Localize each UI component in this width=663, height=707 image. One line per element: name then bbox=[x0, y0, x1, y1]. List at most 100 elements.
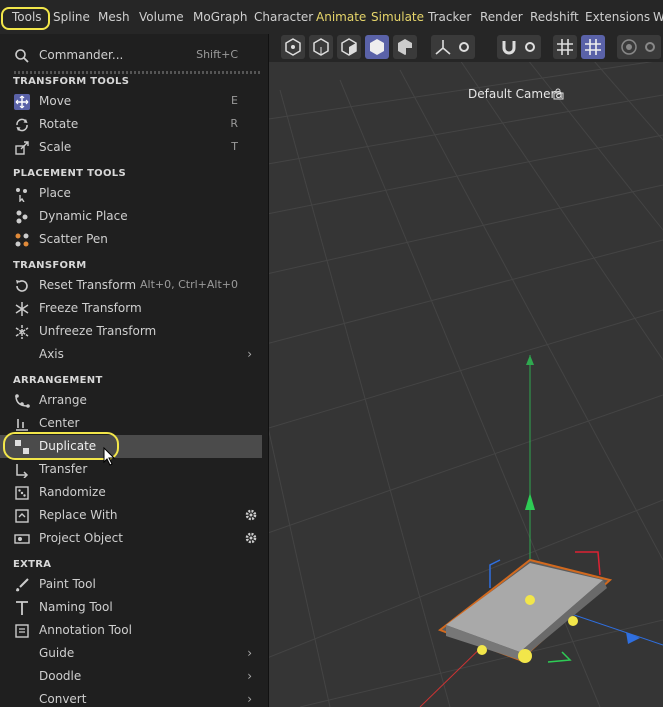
camera-label[interactable]: Default Camera bbox=[468, 87, 563, 101]
menu-item-freeze-transform[interactable]: Freeze Transform bbox=[0, 297, 262, 320]
move-icon bbox=[14, 94, 30, 110]
menu-item-commander[interactable]: Commander... Shift+C bbox=[0, 44, 262, 67]
viewport-grid bbox=[262, 44, 663, 707]
place-icon bbox=[16, 188, 27, 202]
menu-character[interactable]: Character bbox=[254, 10, 313, 24]
scatter-pen-icon bbox=[15, 233, 29, 247]
menu-item-project-object[interactable]: Project Object bbox=[0, 527, 262, 550]
menu-redshift[interactable]: Redshift bbox=[530, 10, 579, 24]
dice-icon bbox=[15, 486, 29, 500]
submenu-arrow-icon: › bbox=[247, 692, 252, 706]
menu-tracker[interactable]: Tracker bbox=[428, 10, 471, 24]
polygons-icon bbox=[341, 38, 357, 56]
model-icon bbox=[370, 39, 384, 55]
submenu-arrow-icon: › bbox=[247, 669, 252, 683]
snowflake-icon bbox=[15, 302, 29, 316]
points-mode-button[interactable] bbox=[281, 35, 305, 59]
section-placement-tools: PLACEMENT TOOLS bbox=[13, 168, 126, 179]
menu-item-label: Arrange bbox=[39, 393, 87, 407]
menu-mesh[interactable]: Mesh bbox=[98, 10, 130, 24]
menu-item-paint-tool[interactable]: Paint Tool bbox=[0, 573, 262, 596]
menu-item-label: Replace With bbox=[39, 508, 118, 522]
menu-item-label: Rotate bbox=[39, 117, 79, 131]
shortcut-label: R bbox=[230, 117, 238, 130]
menu-spline[interactable]: Spline bbox=[53, 10, 90, 24]
menu-item-doodle[interactable]: Doodle › bbox=[0, 665, 262, 688]
menu-item-transfer[interactable]: Transfer bbox=[0, 458, 262, 481]
menu-item-label: Guide bbox=[39, 646, 75, 660]
target-icon bbox=[621, 39, 655, 55]
project-icon bbox=[14, 534, 30, 544]
menu-item-arrange[interactable]: Arrange bbox=[0, 389, 262, 412]
menu-item-label: Reset Transform bbox=[39, 278, 137, 292]
menu-item-scatter-pen[interactable]: Scatter Pen bbox=[0, 228, 262, 251]
menu-item-rotate[interactable]: Rotate R bbox=[0, 113, 262, 136]
submenu-arrow-icon: › bbox=[247, 347, 252, 361]
shortcut-label: Alt+0, Ctrl+Alt+0 bbox=[139, 278, 238, 291]
section-transform-tools: TRANSFORM TOOLS bbox=[13, 76, 130, 87]
menu-item-move[interactable]: Move E bbox=[0, 90, 262, 113]
menu-simulate[interactable]: Simulate bbox=[371, 10, 424, 24]
polygons-mode-button[interactable] bbox=[337, 35, 361, 59]
camera-lock-icon bbox=[553, 88, 564, 100]
menu-item-randomize[interactable]: Randomize bbox=[0, 481, 262, 504]
dynamic-place-icon bbox=[16, 210, 28, 224]
shortcut-label: T bbox=[231, 140, 238, 153]
grid-button[interactable] bbox=[553, 35, 577, 59]
menu-item-label: Unfreeze Transform bbox=[39, 324, 157, 338]
menu-item-convert[interactable]: Convert › bbox=[0, 688, 262, 707]
menu-item-dynamic-place[interactable]: Dynamic Place bbox=[0, 205, 262, 228]
model-mode-button[interactable] bbox=[365, 35, 389, 59]
menu-item-axis[interactable]: Axis › bbox=[0, 343, 262, 366]
gear-icon[interactable] bbox=[244, 508, 258, 522]
duplicate-highlight bbox=[3, 432, 119, 460]
grid-lock-button[interactable] bbox=[581, 35, 605, 59]
magnet-icon bbox=[502, 41, 535, 55]
arrange-icon bbox=[15, 394, 30, 408]
gear-icon[interactable] bbox=[244, 531, 258, 545]
menu-render[interactable]: Render bbox=[480, 10, 523, 24]
annotation-icon bbox=[15, 624, 29, 638]
menu-item-guide[interactable]: Guide › bbox=[0, 642, 262, 665]
menu-item-unfreeze-transform[interactable]: Unfreeze Transform bbox=[0, 320, 262, 343]
replace-icon bbox=[15, 509, 29, 523]
transfer-icon bbox=[16, 464, 29, 478]
menu-item-scale[interactable]: Scale T bbox=[0, 136, 262, 159]
menu-window[interactable]: W bbox=[653, 10, 663, 24]
menu-item-label: Scale bbox=[39, 140, 72, 154]
section-extra: EXTRA bbox=[13, 559, 52, 570]
menu-item-label: Scatter Pen bbox=[39, 232, 108, 246]
shortcut-label: Shift+C bbox=[196, 48, 238, 61]
shortcut-label: E bbox=[231, 94, 238, 107]
menu-item-label: Dynamic Place bbox=[39, 209, 128, 223]
menu-item-label: Convert bbox=[39, 692, 87, 706]
section-transform: TRANSFORM bbox=[13, 260, 87, 271]
grid-icon bbox=[557, 39, 573, 55]
axis-mode-button[interactable] bbox=[431, 35, 475, 59]
menu-item-label: Axis bbox=[39, 347, 64, 361]
menu-item-label: Center bbox=[39, 416, 80, 430]
uv-mode-button[interactable] bbox=[393, 35, 417, 59]
menu-volume[interactable]: Volume bbox=[139, 10, 184, 24]
axis-icon bbox=[435, 40, 469, 55]
3d-viewport[interactable] bbox=[262, 34, 663, 707]
menu-item-replace-with[interactable]: Replace With bbox=[0, 504, 262, 527]
menu-item-label: Doodle bbox=[39, 669, 82, 683]
menu-tools[interactable]: Tools bbox=[12, 10, 42, 24]
uv-icon bbox=[398, 39, 413, 55]
menu-mograph[interactable]: MoGraph bbox=[193, 10, 248, 24]
edges-mode-button[interactable] bbox=[309, 35, 333, 59]
menu-item-label: Place bbox=[39, 186, 71, 200]
render-view-button[interactable] bbox=[617, 35, 661, 59]
rotate-icon bbox=[16, 118, 28, 132]
snap-button[interactable] bbox=[497, 35, 541, 59]
edges-icon bbox=[313, 38, 329, 56]
menu-item-label: Freeze Transform bbox=[39, 301, 142, 315]
menu-item-place[interactable]: Place bbox=[0, 182, 262, 205]
menu-extensions[interactable]: Extensions bbox=[585, 10, 650, 24]
menu-item-annotation-tool[interactable]: Annotation Tool bbox=[0, 619, 262, 642]
scale-icon bbox=[15, 141, 29, 155]
menu-animate[interactable]: Animate bbox=[316, 10, 366, 24]
menu-item-reset-transform[interactable]: Reset Transform Alt+0, Ctrl+Alt+0 bbox=[0, 274, 262, 297]
menu-item-naming-tool[interactable]: Naming Tool bbox=[0, 596, 262, 619]
